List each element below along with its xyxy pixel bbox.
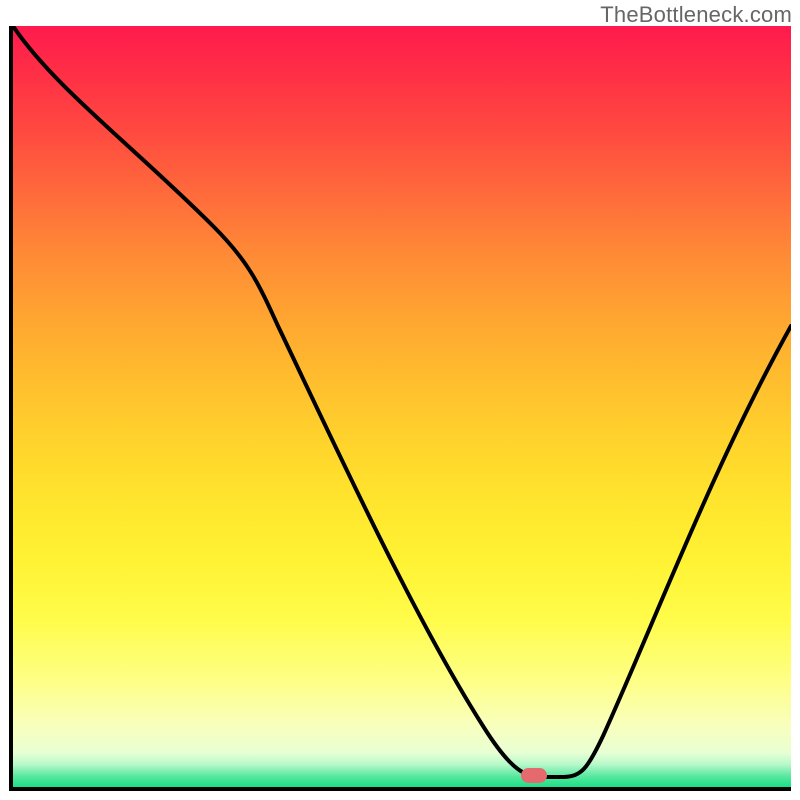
chart-plot-area (9, 26, 791, 791)
watermark-text: TheBottleneck.com (600, 2, 792, 28)
curve-path (13, 26, 791, 777)
optimal-point-marker (521, 768, 547, 783)
bottleneck-curve (13, 26, 791, 787)
